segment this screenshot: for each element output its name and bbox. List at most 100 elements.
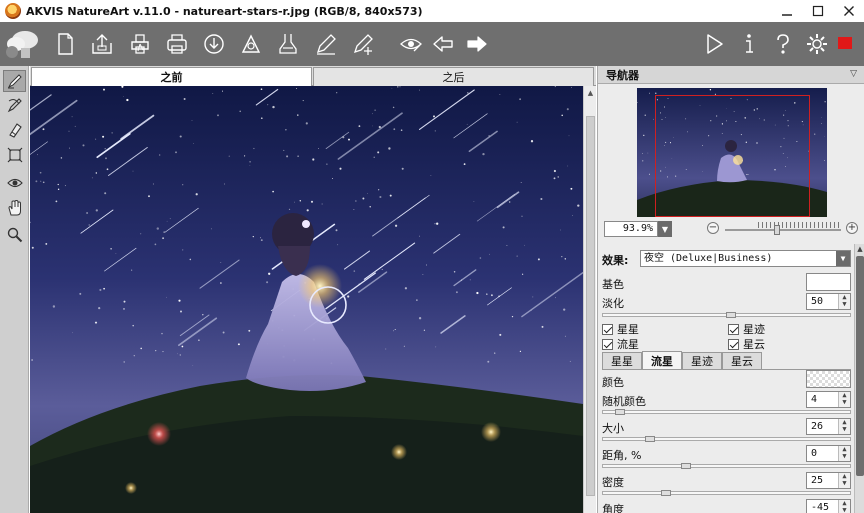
scroll-up-icon[interactable]: ▲ — [584, 86, 597, 99]
export-preset-icon[interactable] — [236, 29, 266, 59]
mask-icon[interactable] — [3, 172, 26, 194]
subtab-nebula[interactable]: 星云 — [722, 352, 762, 369]
zoom-ticks — [758, 222, 840, 228]
base-color-swatch[interactable] — [806, 273, 851, 291]
tools-panel — [0, 66, 29, 513]
eraser-icon[interactable] — [3, 119, 26, 141]
distance-slider-knob[interactable] — [681, 463, 691, 469]
random-color-value: 4 — [811, 394, 818, 405]
meteors-checkbox[interactable]: 流星 — [602, 336, 639, 352]
maximize-icon[interactable] — [802, 0, 833, 22]
history-brush-icon[interactable] — [3, 94, 26, 116]
minimize-icon[interactable] — [771, 0, 802, 22]
angle-value: -45 — [811, 502, 830, 513]
navigator-view-frame[interactable] — [655, 95, 810, 217]
settings-scrollbar[interactable]: ▲ — [854, 244, 864, 513]
navigator-preview[interactable] — [637, 88, 827, 217]
collapse-icon[interactable]: ▽ — [850, 69, 857, 79]
open-icon[interactable] — [50, 29, 80, 59]
meteors-checkbox-label: 流星 — [617, 338, 639, 351]
meteor-color-swatch[interactable] — [806, 370, 851, 388]
distance-slider[interactable] — [602, 463, 851, 469]
scroll-thumb[interactable] — [586, 116, 595, 496]
checkbox-checked-icon[interactable] — [728, 338, 739, 350]
canvas-vertical-scrollbar[interactable]: ▲ — [583, 86, 596, 513]
random-color-slider[interactable] — [602, 409, 851, 415]
random-color-stepper[interactable]: 4 ▲ ▼ — [806, 391, 851, 408]
settings-scroll-thumb[interactable] — [856, 256, 864, 476]
settings-icon[interactable] — [802, 29, 832, 59]
transform-icon[interactable] — [3, 144, 26, 166]
zoom-in-icon[interactable]: + — [846, 222, 858, 234]
density-slider[interactable] — [602, 490, 851, 496]
zoom-icon[interactable] — [3, 224, 26, 246]
redo-icon[interactable] — [462, 29, 492, 59]
zoom-slider-thumb[interactable] — [774, 225, 780, 235]
tab-after[interactable]: 之后 — [313, 67, 594, 86]
nebula-checkbox[interactable]: 星云 — [728, 336, 765, 352]
random-color-slider-knob[interactable] — [615, 409, 625, 415]
zoom-input[interactable]: 93.9% — [604, 221, 658, 237]
close-icon[interactable] — [833, 0, 864, 22]
share-icon[interactable] — [162, 29, 192, 59]
zoom-slider[interactable] — [725, 229, 841, 231]
import-preset-icon[interactable] — [199, 29, 229, 59]
tab-before[interactable]: 之前 — [31, 67, 312, 86]
fade-slider-knob[interactable] — [726, 312, 736, 318]
star-trails-checkbox[interactable]: 星迹 — [728, 321, 765, 337]
zoom-out-icon[interactable]: − — [707, 222, 719, 234]
checkbox-checked-icon[interactable] — [728, 323, 739, 335]
zoom-dropdown-icon[interactable]: ▼ — [658, 221, 672, 237]
stepper-arrows-icon[interactable]: ▲ ▼ — [838, 446, 850, 461]
save-stroke-icon[interactable] — [311, 29, 341, 59]
right-panel: 导航器 ▽ 93.9% ▼ − + 效果: 夜空 (Deluxe|Busines… — [597, 66, 864, 513]
nebula-checkbox-label: 星云 — [743, 338, 765, 351]
hand-icon[interactable] — [3, 197, 26, 219]
stepper-arrows-icon[interactable]: ▲ ▼ — [838, 294, 850, 309]
night-sky-image — [30, 86, 583, 513]
angle-stepper[interactable]: -45 ▲ ▼ — [806, 499, 851, 513]
subtab-meteors[interactable]: 流星 — [642, 351, 682, 369]
image-canvas[interactable] — [30, 86, 583, 513]
brush-icon[interactable] — [3, 70, 26, 92]
fade-label: 淡化 — [602, 297, 624, 310]
scroll-up-icon[interactable]: ▲ — [855, 245, 864, 255]
sub-tabs: 星星 流星 星迹 星云 — [602, 351, 852, 369]
load-stroke-icon[interactable] — [273, 29, 303, 59]
info-icon[interactable] — [734, 29, 764, 59]
distance-stepper[interactable]: 0 ▲ ▼ — [806, 445, 851, 462]
settings-panel: 效果: 夜空 (Deluxe|Business) ▼ 基色 淡化 50 ▲ ▼ 星… — [598, 244, 853, 513]
stop-icon[interactable] — [838, 37, 852, 49]
size-slider-knob[interactable] — [645, 436, 655, 442]
density-slider-knob[interactable] — [661, 490, 671, 496]
brush-preset-icon[interactable] — [396, 29, 426, 59]
density-stepper[interactable]: 25 ▲ ▼ — [806, 472, 851, 489]
subtab-stars[interactable]: 星星 — [602, 352, 642, 369]
subtab-star-trails[interactable]: 星迹 — [682, 352, 722, 369]
stepper-arrows-icon[interactable]: ▲ ▼ — [838, 473, 850, 488]
stepper-arrows-icon[interactable]: ▲ ▼ — [838, 419, 850, 434]
density-label: 密度 — [602, 476, 624, 489]
app-logo-icon — [5, 3, 21, 19]
checkbox-checked-icon[interactable] — [602, 338, 613, 350]
effect-select[interactable]: 夜空 (Deluxe|Business) ▼ — [640, 250, 851, 267]
run-icon[interactable] — [699, 29, 729, 59]
akvis-logo-icon — [3, 26, 43, 62]
title-bar: AKVIS NatureArt v.11.0 - natureart-stars… — [0, 0, 864, 22]
stars-checkbox[interactable]: 星星 — [602, 321, 639, 337]
stepper-arrows-icon[interactable]: ▲ ▼ — [838, 392, 850, 407]
stepper-arrows-icon[interactable]: ▲ ▼ — [838, 500, 850, 513]
size-slider[interactable] — [602, 436, 851, 442]
fade-slider[interactable] — [602, 312, 851, 318]
help-icon[interactable] — [768, 29, 798, 59]
checkbox-checked-icon[interactable] — [602, 323, 613, 335]
undo-icon[interactable] — [428, 29, 458, 59]
print-icon[interactable] — [125, 29, 155, 59]
size-stepper[interactable]: 26 ▲ ▼ — [806, 418, 851, 435]
chevron-down-icon[interactable]: ▼ — [836, 251, 850, 266]
random-color-label: 随机颜色 — [602, 395, 646, 408]
save-icon[interactable] — [87, 29, 117, 59]
fade-stepper[interactable]: 50 ▲ ▼ — [806, 293, 851, 310]
batch-icon[interactable] — [348, 29, 378, 59]
star-trails-checkbox-label: 星迹 — [743, 323, 765, 336]
